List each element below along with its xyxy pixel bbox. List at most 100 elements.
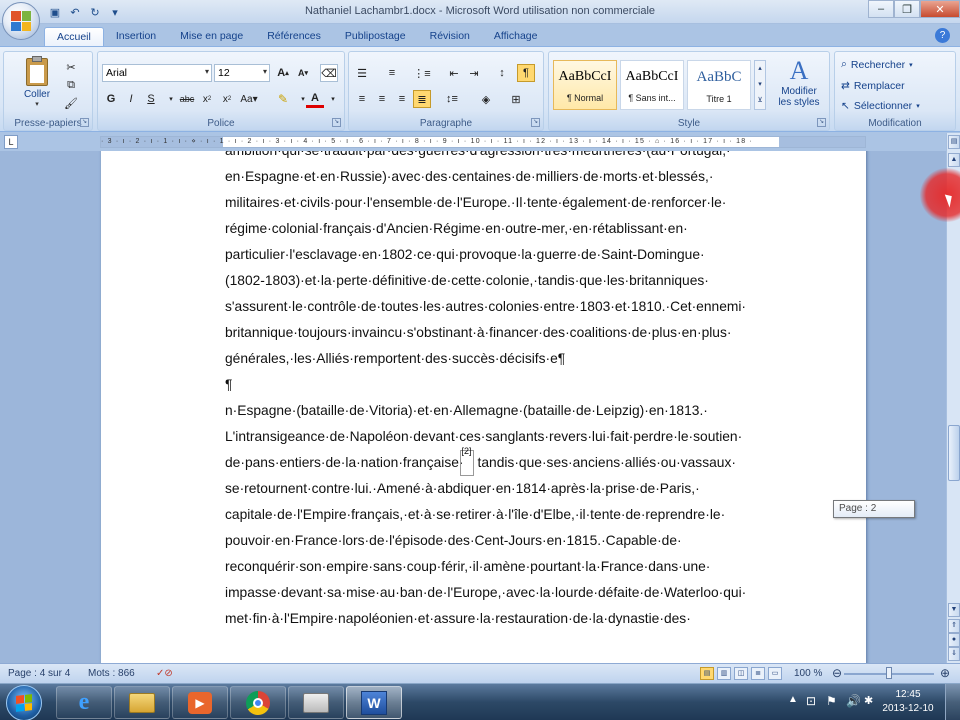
- grow-font-icon[interactable]: A ▴: [274, 64, 292, 82]
- font-color-icon[interactable]: A: [306, 90, 324, 108]
- strikethrough-icon[interactable]: abc: [178, 90, 196, 108]
- zoom-level[interactable]: 100 %: [794, 668, 822, 679]
- outline-view-icon[interactable]: ≣: [751, 667, 765, 680]
- help-icon[interactable]: ?: [935, 28, 950, 43]
- replace-button[interactable]: ⇄ Remplacer: [841, 80, 905, 92]
- align-left-icon[interactable]: ≡: [353, 90, 371, 108]
- bold-icon[interactable]: G: [102, 90, 120, 108]
- minimize-button[interactable]: –: [868, 0, 894, 18]
- volume-icon[interactable]: 🔊: [846, 694, 861, 708]
- editing-group-label: Modification: [868, 118, 922, 129]
- close-button[interactable]: ✕: [920, 0, 960, 18]
- clipboard-launcher-icon[interactable]: ↘: [80, 118, 89, 127]
- web-layout-view-icon[interactable]: ◫: [734, 667, 748, 680]
- shrink-font-icon[interactable]: A ▾: [294, 64, 312, 82]
- font-family-combo[interactable]: Arial ▾: [102, 64, 212, 82]
- align-center-icon[interactable]: ≡: [373, 90, 391, 108]
- format-painter-icon[interactable]: 🖌: [62, 94, 80, 112]
- office-button[interactable]: [2, 2, 40, 40]
- print-layout-view-icon[interactable]: ▤: [700, 667, 714, 680]
- cut-icon[interactable]: ✂: [62, 58, 80, 76]
- style-titre-1[interactable]: AaBbC Titre 1: [687, 60, 751, 110]
- zoom-out-icon[interactable]: ⊖: [832, 666, 842, 680]
- show-marks-icon[interactable]: ¶: [517, 64, 535, 82]
- highlight-icon[interactable]: ✎: [274, 90, 292, 108]
- draft-view-icon[interactable]: ▭: [768, 667, 782, 680]
- tab-insertion[interactable]: Insertion: [104, 27, 168, 47]
- chrome-icon[interactable]: [230, 686, 286, 719]
- styles-scroll[interactable]: ▴ ▾ ⊻: [754, 60, 766, 110]
- next-page-icon[interactable]: ⇓: [948, 647, 960, 661]
- bluetooth-icon[interactable]: ✱: [864, 694, 873, 707]
- scroll-thumb[interactable]: [948, 425, 960, 481]
- browse-object-icon[interactable]: ●: [948, 633, 960, 647]
- style-sample: AaBbC: [696, 69, 742, 85]
- zoom-slider-knob[interactable]: [886, 667, 892, 679]
- modify-styles-button[interactable]: A Modifier les styles: [771, 56, 827, 116]
- document-text[interactable]: ambition·qui·se·traduit·par·des·guerres·…: [225, 151, 778, 632]
- tab-affichage[interactable]: Affichage: [482, 27, 550, 47]
- style-normal[interactable]: AaBbCcI ¶ Normal: [553, 60, 617, 110]
- clipboard-group: Coller ▾ ✂ ⧉ 🖌 Presse-papiers ↘: [3, 51, 93, 131]
- change-case-icon[interactable]: Aa▾: [240, 90, 258, 108]
- align-right-icon[interactable]: ≡: [393, 90, 411, 108]
- folder-icon[interactable]: [288, 686, 344, 719]
- tab-selector-icon[interactable]: L: [4, 135, 18, 149]
- bullets-icon[interactable]: ☰: [353, 64, 371, 82]
- internet-explorer-icon[interactable]: e: [56, 686, 112, 719]
- maximize-button[interactable]: ❐: [894, 0, 920, 18]
- find-button[interactable]: ⌕ Rechercher ▾: [841, 58, 913, 71]
- modify-styles-icon: A: [789, 56, 809, 85]
- proofing-icon[interactable]: ✓⊘: [156, 668, 173, 679]
- start-button[interactable]: [6, 685, 42, 720]
- page-count[interactable]: Page : 4 sur 4: [8, 668, 70, 679]
- word-count[interactable]: Mots : 866: [88, 668, 135, 679]
- subscript-icon[interactable]: x2: [198, 90, 216, 108]
- tray-expand-icon[interactable]: ▲: [788, 694, 798, 705]
- previous-page-icon[interactable]: ⇑: [948, 619, 960, 633]
- font-size-combo[interactable]: 12 ▾: [214, 64, 270, 82]
- clear-format-icon[interactable]: ⌫: [320, 64, 338, 82]
- select-button[interactable]: ↖ Sélectionner ▾: [841, 100, 920, 112]
- tab-revision[interactable]: Révision: [418, 27, 482, 47]
- superscript-icon[interactable]: x2: [218, 90, 236, 108]
- decrease-indent-icon[interactable]: ⇤: [445, 64, 463, 82]
- font-launcher-icon[interactable]: ↘: [332, 118, 341, 127]
- document-page[interactable]: ambition·qui·se·traduit·par·des·guerres·…: [101, 151, 866, 663]
- tab-accueil[interactable]: Accueil: [44, 27, 104, 47]
- network-icon[interactable]: ⊡: [806, 694, 816, 708]
- line-spacing-icon[interactable]: ↕≡: [443, 90, 461, 108]
- copy-icon[interactable]: ⧉: [62, 76, 80, 94]
- paste-button[interactable]: Coller ▾: [20, 56, 54, 114]
- shading-icon[interactable]: ◈: [477, 90, 495, 108]
- multilevel-list-icon[interactable]: ⋮≡: [413, 64, 431, 82]
- font-color-dropdown-icon[interactable]: ▾: [324, 90, 342, 108]
- word-icon[interactable]: W: [346, 686, 402, 719]
- ruler-toggle-icon[interactable]: ▤: [948, 135, 960, 149]
- full-screen-view-icon[interactable]: ▥: [717, 667, 731, 680]
- style-sans-interligne[interactable]: AaBbCcI ¶ Sans int...: [620, 60, 684, 110]
- horizontal-ruler[interactable]: · 3 · ı · 2 · ı · 1 · ı · ⋄ · ı · 1 · ı …: [100, 136, 866, 148]
- justify-icon[interactable]: ≣: [413, 90, 431, 108]
- text-line: capitale·de·l'Empire·français,·et·à·se·r…: [225, 507, 726, 522]
- tab-mise-en-page[interactable]: Mise en page: [168, 27, 255, 47]
- media-player-icon[interactable]: ▶: [172, 686, 228, 719]
- zoom-in-icon[interactable]: ⊕: [940, 666, 950, 680]
- borders-icon[interactable]: ⊞: [507, 90, 525, 108]
- scroll-down-icon[interactable]: ▼: [948, 603, 960, 617]
- system-clock[interactable]: 12:45 2013-12-10: [880, 688, 936, 716]
- file-explorer-icon[interactable]: [114, 686, 170, 719]
- increase-indent-icon[interactable]: ⇥: [465, 64, 483, 82]
- tab-references[interactable]: Références: [255, 27, 333, 47]
- numbering-icon[interactable]: ≡: [383, 64, 401, 82]
- paragraph-launcher-icon[interactable]: ↘: [531, 118, 540, 127]
- tab-publipostage[interactable]: Publipostage: [333, 27, 418, 47]
- footnote-ref[interactable]: [2]: [459, 447, 474, 476]
- show-desktop-button[interactable]: [945, 684, 960, 720]
- italic-icon[interactable]: I: [122, 90, 140, 108]
- action-center-icon[interactable]: ⚑: [826, 694, 837, 708]
- sort-icon[interactable]: ↕: [493, 64, 511, 82]
- underline-icon[interactable]: S: [142, 90, 160, 108]
- scroll-up-icon[interactable]: ▲: [948, 153, 960, 167]
- styles-launcher-icon[interactable]: ↘: [817, 118, 826, 127]
